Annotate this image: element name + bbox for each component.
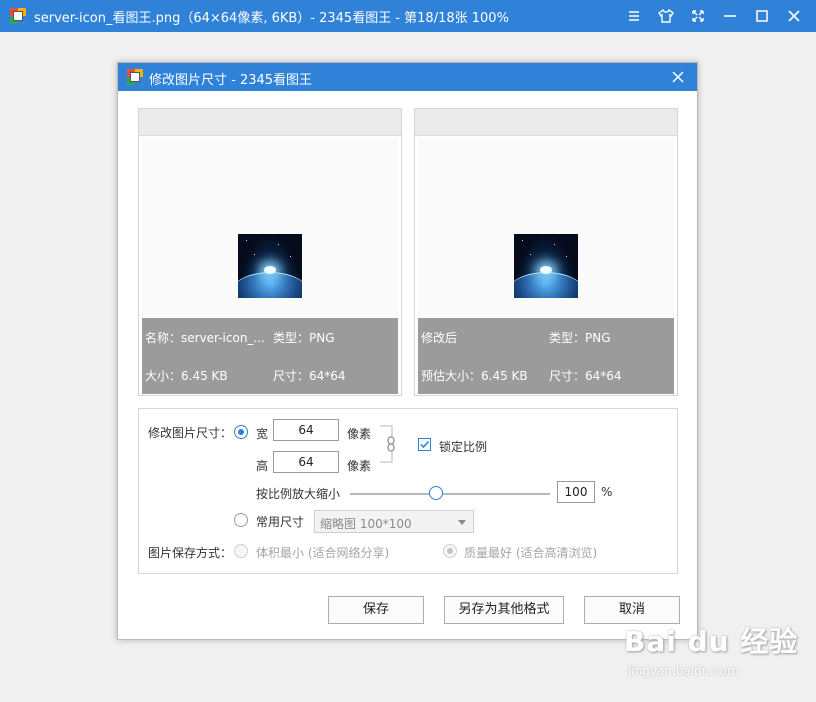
modified-type: 类型：PNG: [549, 331, 611, 345]
resize-settings-panel: 修改图片尺寸： 宽 64 像素 高 64 像素 锁定比例 按比例放大缩小 100…: [138, 408, 678, 574]
custom-size-radio[interactable]: [234, 425, 248, 439]
baidu-jingyan-watermark: Bai du 经验 jingyan.baidu.com: [620, 612, 800, 692]
original-size: 大小：6.45 KB: [145, 369, 228, 383]
scale-slider-handle[interactable]: [429, 486, 443, 500]
fullscreen-icon[interactable]: [686, 4, 710, 28]
original-info-bar: 名称：server-icon_... 类型：PNG 大小：6.45 KB 尺寸：…: [142, 318, 398, 394]
save-mode-small-radio[interactable]: [234, 544, 248, 558]
modified-name: 修改后: [421, 331, 458, 345]
width-label: 宽: [256, 427, 269, 441]
dialog-app-icon: [127, 69, 143, 85]
save-mode-quality-label: 质量最好 (适合高清浏览): [464, 546, 598, 560]
original-type: 类型：PNG: [273, 331, 335, 345]
preset-size-value: 缩略图 100*100: [320, 517, 412, 531]
lock-ratio-checkbox[interactable]: [418, 438, 431, 451]
watermark-logo: Bai du 经验: [624, 625, 799, 658]
width-unit: 像素: [347, 427, 372, 441]
window-title: server-icon_看图王.png（64×64像素, 6KB）- 2345看…: [34, 11, 509, 26]
save-button[interactable]: 保存: [328, 596, 424, 624]
maximize-icon[interactable]: [750, 4, 774, 28]
save-as-button[interactable]: 另存为其他格式: [444, 596, 564, 624]
skin-icon[interactable]: [654, 4, 678, 28]
modified-preview-panel: 修改后 类型：PNG 预估大小：6.45 KB 尺寸：64*64: [414, 108, 678, 396]
modified-estimated-size: 预估大小：6.45 KB: [421, 369, 528, 383]
dialog-close-icon[interactable]: [668, 67, 688, 87]
modified-info-bar: 修改后 类型：PNG 预估大小：6.45 KB 尺寸：64*64: [418, 318, 674, 394]
dialog-titlebar: 修改图片尺寸 - 2345看图王: [118, 63, 697, 91]
scale-unit: %: [601, 485, 613, 499]
save-mode-small-label: 体积最小 (适合网络分享): [256, 546, 390, 560]
preview-canvas: [418, 139, 674, 317]
height-input[interactable]: 64: [273, 451, 339, 473]
preview-header: [415, 109, 677, 136]
resize-dialog: 修改图片尺寸 - 2345看图王 名称：server-icon_... 类型：P…: [117, 62, 698, 640]
preview-canvas: [142, 139, 398, 317]
modified-dimensions: 尺寸：64*64: [549, 369, 622, 383]
scale-percent-input[interactable]: 100: [557, 481, 595, 503]
chain-link-icon[interactable]: [378, 424, 402, 464]
original-dimensions: 尺寸：64*64: [273, 369, 346, 383]
preset-size-label: 常用尺寸: [256, 515, 305, 529]
scale-label: 按比例放大缩小: [256, 487, 341, 501]
dialog-title: 修改图片尺寸 - 2345看图王: [149, 73, 313, 88]
width-input[interactable]: 64: [273, 419, 339, 441]
lock-ratio-label: 锁定比例: [439, 440, 488, 454]
close-icon[interactable]: [782, 4, 806, 28]
modified-image-thumbnail: [514, 234, 578, 298]
preset-size-radio[interactable]: [234, 513, 248, 527]
height-unit: 像素: [347, 459, 372, 473]
original-preview-panel: 名称：server-icon_... 类型：PNG 大小：6.45 KB 尺寸：…: [138, 108, 402, 396]
original-image-thumbnail: [238, 234, 302, 298]
resize-label: 修改图片尺寸：: [148, 426, 233, 440]
chevron-down-icon: [458, 520, 466, 525]
scale-slider-track[interactable]: [350, 493, 550, 495]
app-logo-icon: [10, 8, 26, 24]
preset-size-dropdown[interactable]: 缩略图 100*100: [314, 510, 474, 533]
watermark-url: jingyan.baidu.com: [628, 664, 739, 678]
preview-header: [139, 109, 401, 136]
original-name: 名称：server-icon_...: [145, 331, 265, 345]
save-mode-label: 图片保存方式：: [148, 546, 233, 560]
save-mode-quality-radio[interactable]: [443, 544, 457, 558]
window-titlebar: server-icon_看图王.png（64×64像素, 6KB）- 2345看…: [0, 0, 816, 32]
menu-icon[interactable]: [622, 4, 646, 28]
minimize-icon[interactable]: [718, 4, 742, 28]
height-label: 高: [256, 459, 269, 473]
